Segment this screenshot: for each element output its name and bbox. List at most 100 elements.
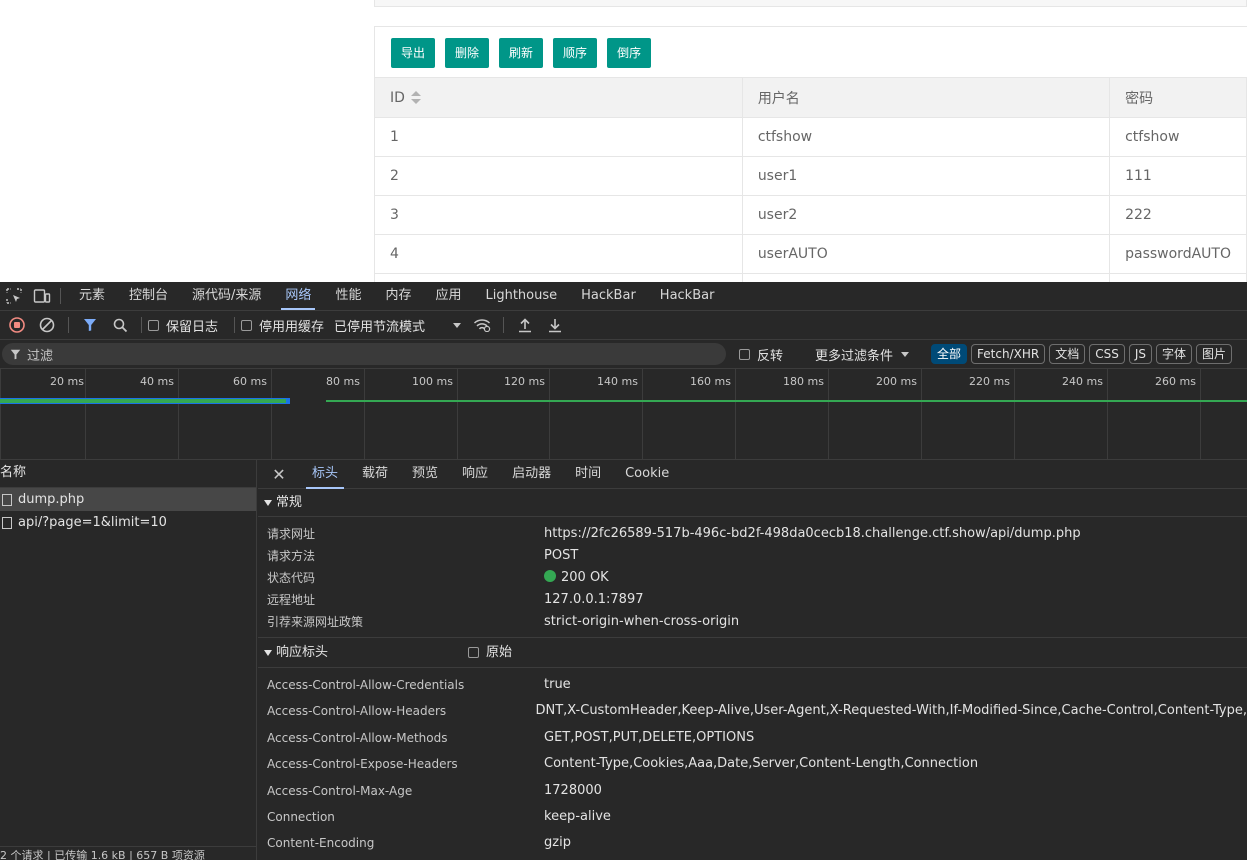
tab-preview[interactable]: 预览	[400, 460, 450, 489]
general-section-header[interactable]: 常规	[258, 489, 1247, 517]
tab-lighthouse[interactable]: Lighthouse	[473, 282, 569, 310]
type-filter-all[interactable]: 全部	[931, 344, 968, 364]
table-row[interactable]: 3 user2 222	[375, 195, 1247, 235]
header-row: 远程地址 127.0.0.1:7897	[258, 589, 1247, 611]
column-header-name[interactable]: 名称	[0, 460, 256, 488]
type-filter-js[interactable]: JS	[1128, 344, 1153, 364]
document-icon	[2, 516, 12, 529]
header-value: strict-origin-when-cross-origin	[544, 614, 740, 629]
header-key: 请求方法	[267, 549, 316, 563]
tab-response[interactable]: 响应	[450, 460, 500, 489]
tab-memory[interactable]: 内存	[373, 282, 423, 310]
timeline-tick: 240 ms	[1062, 375, 1103, 388]
type-filter-fetch-xhr[interactable]: Fetch/XHR	[971, 344, 1046, 364]
cell-password: ctfshow	[1109, 117, 1247, 157]
type-filter-css[interactable]: CSS	[1089, 344, 1125, 364]
filter-funnel-icon[interactable]	[75, 311, 105, 339]
header-value: 127.0.0.1:7897	[544, 592, 644, 607]
tab-hackbar-2[interactable]: HackBar	[648, 282, 727, 310]
devtools-tabbar: 元素 控制台 源代码/来源 网络 性能 内存 应用 Lighthouse Hac…	[0, 282, 1247, 311]
header-value: 1728000	[544, 782, 602, 798]
tab-elements[interactable]: 元素	[67, 282, 117, 310]
search-icon[interactable]	[105, 311, 135, 339]
section-title: 响应标头	[276, 644, 329, 660]
cell-username: user2	[742, 195, 1111, 235]
response-headers-section-header[interactable]: 响应标头 原始	[258, 638, 1247, 668]
filter-bar: 过滤 反转 更多过滤条件 全部 Fetch/XHR 文档 CSS JS 字体 图…	[0, 340, 1247, 369]
header-value: Content-Type,Cookies,Aaa,Date,Server,Con…	[544, 756, 979, 772]
header-key: Connection	[267, 809, 335, 824]
tab-payload[interactable]: 载荷	[350, 460, 400, 489]
chevron-down-icon	[901, 351, 910, 357]
sort-icon[interactable]	[410, 90, 421, 105]
cell-id: 2	[375, 156, 743, 196]
delete-button[interactable]: 删除	[445, 38, 490, 68]
header-value: POST	[544, 548, 579, 563]
sort-desc-button[interactable]: 倒序	[607, 38, 652, 68]
request-name: dump.php	[18, 492, 85, 507]
section-title: 常规	[276, 494, 303, 510]
cell-password: passwordAUTO	[1109, 234, 1247, 274]
header-key: 状态代码	[267, 571, 316, 585]
clear-icon[interactable]	[32, 311, 62, 339]
close-icon[interactable]: ✕	[258, 465, 300, 484]
preserve-log-label: 保留日志	[166, 319, 219, 335]
tab-application[interactable]: 应用	[423, 282, 473, 310]
header-value: DNT,X-CustomHeader,Keep-Alive,User-Agent…	[535, 703, 1247, 719]
tab-initiator[interactable]: 启动器	[500, 460, 563, 489]
timeline-request-bar	[0, 399, 286, 403]
inspect-element-icon[interactable]	[0, 282, 28, 310]
timeline-tick: 120 ms	[504, 375, 545, 388]
timeline-tick: 220 ms	[969, 375, 1010, 388]
preserve-log-checkbox[interactable]: 保留日志	[148, 316, 218, 335]
header-row: 状态代码 200 OK	[258, 567, 1247, 589]
request-row[interactable]: api/?page=1&limit=10	[0, 511, 256, 534]
import-har-icon[interactable]	[510, 311, 540, 339]
timeline-tick: 20 ms	[50, 375, 84, 388]
tab-sources[interactable]: 源代码/来源	[180, 282, 273, 310]
table-row[interactable]	[375, 273, 1247, 282]
record-stop-icon[interactable]	[2, 311, 32, 339]
tab-console[interactable]: 控制台	[117, 282, 180, 310]
network-timeline[interactable]: 20 ms 40 ms 60 ms 80 ms 100 ms 120 ms 14…	[0, 369, 1247, 460]
table-row[interactable]: 2 user1 111	[375, 156, 1247, 196]
chevron-down-icon	[453, 322, 462, 328]
more-filters-dropdown[interactable]: 更多过滤条件	[815, 345, 910, 364]
disable-cache-checkbox[interactable]: 停用用缓存	[241, 316, 324, 335]
throttle-select[interactable]: 已停用节流模式	[334, 316, 462, 335]
tab-cookies[interactable]: Cookie	[613, 460, 681, 489]
header-value: keep-alive	[544, 808, 611, 824]
table-row[interactable]: 1 ctfshow ctfshow	[375, 117, 1247, 157]
type-filter-font[interactable]: 字体	[1156, 344, 1193, 364]
network-summary-status: 2 个请求 | 已传输 1.6 kB | 657 B 项资源	[0, 846, 257, 860]
tab-headers[interactable]: 标头	[300, 460, 350, 489]
header-value: GET,POST,PUT,DELETE,OPTIONS	[544, 729, 755, 745]
table-row[interactable]: 4 userAUTO passwordAUTO	[375, 234, 1247, 274]
tab-hackbar[interactable]: HackBar	[569, 282, 648, 310]
header-row: Access-Control-Expose-Headers Content-Typ…	[258, 751, 1247, 777]
column-header-id[interactable]: ID	[375, 77, 743, 118]
export-button[interactable]: 导出	[391, 38, 436, 68]
device-toolbar-icon[interactable]	[28, 282, 56, 310]
network-conditions-icon[interactable]	[467, 311, 497, 339]
request-details: ✕ 标头 载荷 预览 响应 启动器 时间 Cookie 常规 请求网址 https…	[258, 460, 1247, 860]
tab-performance[interactable]: 性能	[323, 282, 373, 310]
filter-funnel-icon	[10, 349, 21, 359]
header-key: Content-Encoding	[267, 836, 375, 851]
more-filters-label: 更多过滤条件	[815, 348, 894, 364]
sort-asc-button[interactable]: 顺序	[553, 38, 598, 68]
type-filter-doc[interactable]: 文档	[1049, 344, 1086, 364]
request-row[interactable]: dump.php	[0, 488, 256, 511]
refresh-button[interactable]: 刷新	[499, 38, 544, 68]
filter-input[interactable]: 过滤	[2, 343, 726, 365]
tab-timing[interactable]: 时间	[563, 460, 613, 489]
top-panel-edge	[374, 0, 1247, 7]
invert-checkbox[interactable]: 反转	[739, 345, 783, 364]
header-key: Access-Control-Expose-Headers	[267, 757, 458, 772]
export-har-icon[interactable]	[540, 311, 570, 339]
type-filter-img[interactable]: 图片	[1196, 344, 1233, 364]
tab-network[interactable]: 网络	[273, 282, 323, 310]
cell-id: 3	[375, 195, 743, 235]
raw-checkbox[interactable]: 原始	[468, 639, 512, 667]
timeline-tick: 180 ms	[783, 375, 824, 388]
